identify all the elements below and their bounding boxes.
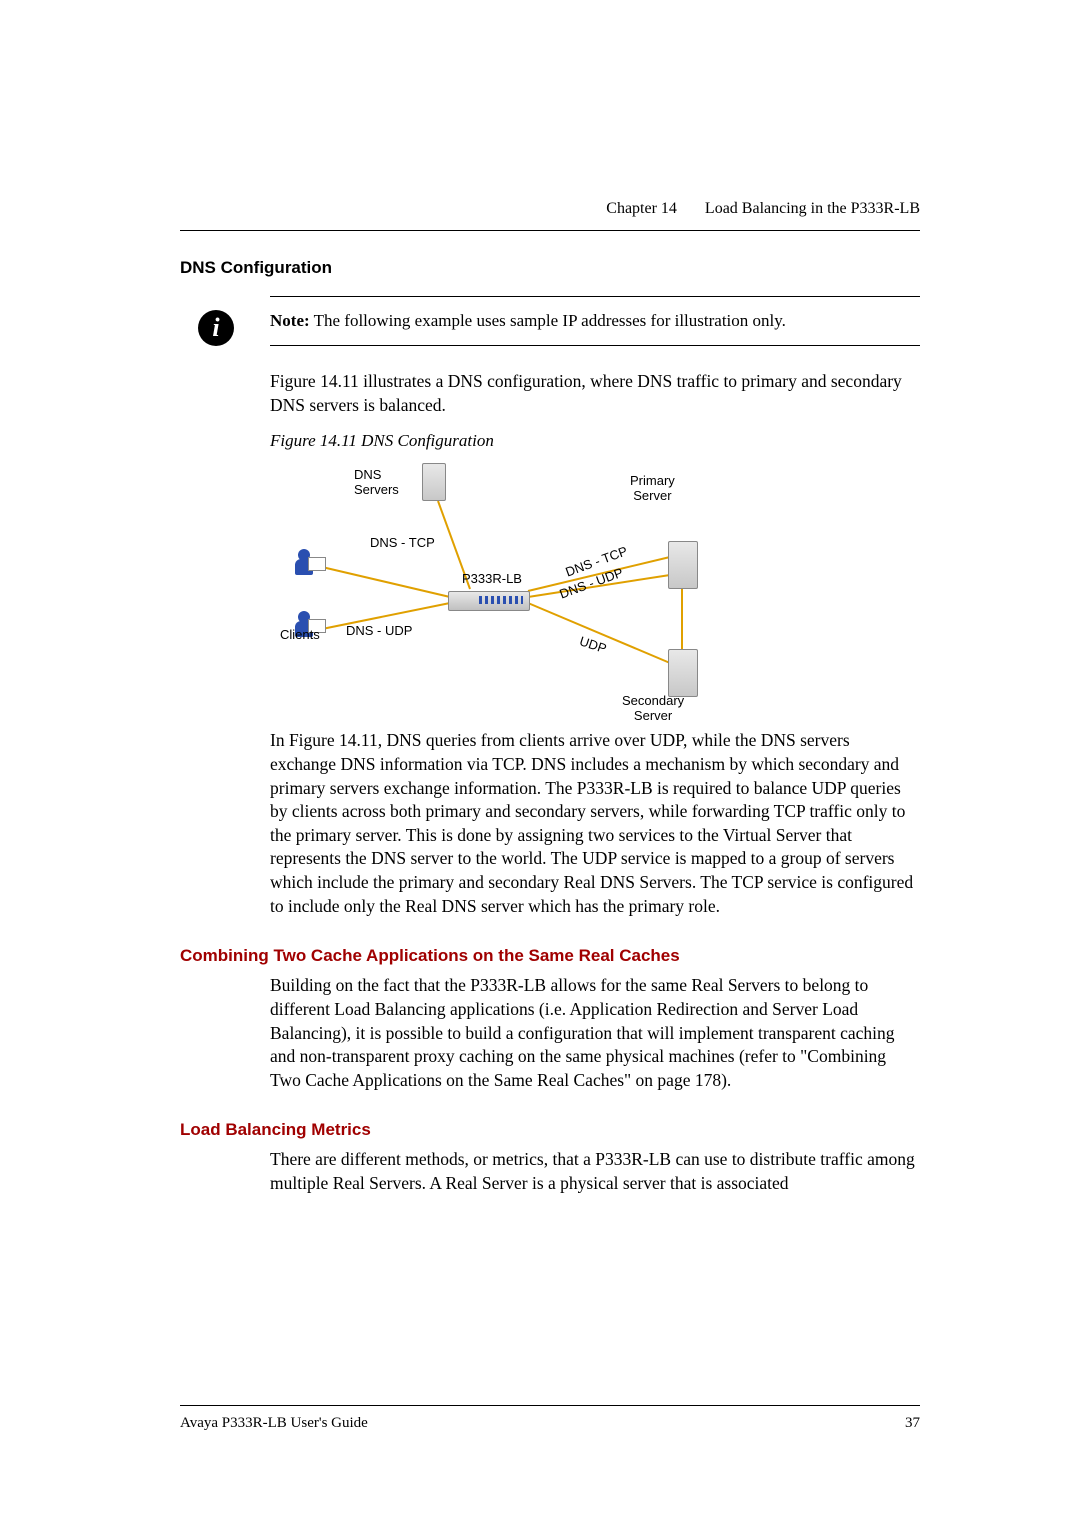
section-heading-dns: DNS Configuration — [180, 258, 920, 278]
metrics-body-paragraph: There are different methods, or metrics,… — [270, 1148, 920, 1195]
footer-page-number: 37 — [905, 1415, 920, 1432]
note-rule-bottom — [270, 345, 920, 346]
dns-body-paragraph: In Figure 14.11, DNS queries from client… — [270, 729, 920, 918]
label-primary: Primary Server — [630, 473, 675, 503]
secondary-server-icon — [668, 649, 698, 697]
chapter-label: Chapter 14 — [606, 200, 677, 217]
note-label: Note: — [270, 311, 310, 330]
info-icon: i — [198, 310, 234, 346]
label-clients: Clients — [280, 627, 320, 642]
figure-caption: Figure 14.11 DNS Configuration — [270, 431, 920, 451]
section-heading-metrics: Load Balancing Metrics — [180, 1120, 920, 1140]
label-dns-servers: DNS Servers — [354, 467, 399, 497]
header-rule — [180, 230, 920, 231]
note-text: The following example uses sample IP add… — [314, 311, 786, 330]
switch-icon — [448, 591, 530, 611]
label-dns-udp-left: DNS - UDP — [346, 623, 412, 638]
dns-server-icon — [422, 463, 446, 501]
combining-body-paragraph: Building on the fact that the P333R-LB a… — [270, 974, 920, 1092]
label-device: P333R-LB — [462, 571, 522, 586]
content: DNS Configuration i Note: The following … — [180, 258, 920, 1196]
page-footer: Avaya P333R-LB User's Guide 37 — [180, 1415, 920, 1432]
page-header: Chapter 14 Load Balancing in the P333R-L… — [606, 200, 920, 218]
figure-dns-configuration: DNS Servers Primary Server Secondary Ser… — [270, 457, 730, 713]
note-block: i Note: The following example uses sampl… — [180, 296, 920, 346]
note-text-line: Note: The following example uses sample … — [270, 311, 920, 331]
page: Chapter 14 Load Balancing in the P333R-L… — [0, 0, 1080, 1528]
label-secondary: Secondary Server — [622, 693, 684, 723]
footer-guide: Avaya P333R-LB User's Guide — [180, 1415, 368, 1432]
intro-paragraph: Figure 14.11 illustrates a DNS configura… — [270, 370, 920, 417]
client-icon-1 — [294, 549, 324, 579]
section-heading-combining: Combining Two Cache Applications on the … — [180, 946, 920, 966]
chapter-title: Load Balancing in the P333R-LB — [705, 200, 920, 217]
note-rule-top — [270, 296, 920, 297]
footer-rule — [180, 1405, 920, 1406]
primary-server-icon — [668, 541, 698, 589]
label-dns-tcp-left: DNS - TCP — [370, 535, 435, 550]
